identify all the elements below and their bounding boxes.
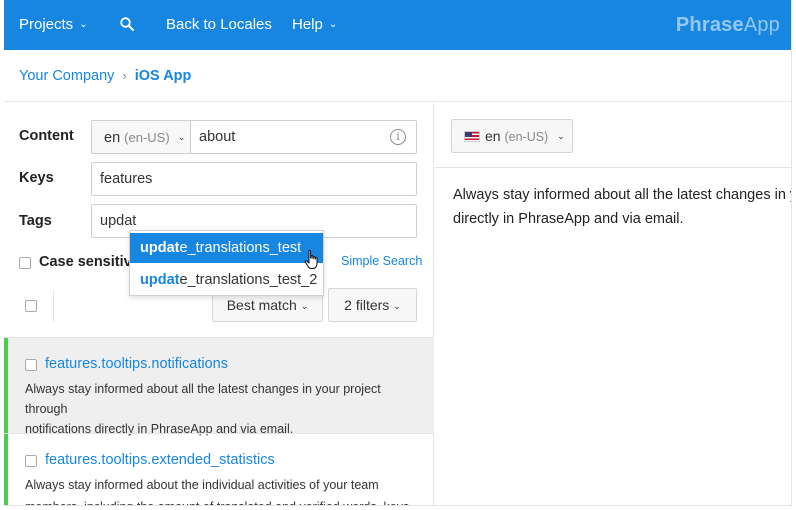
- translation-text-line: directly in PhraseApp and via email.: [453, 211, 684, 227]
- chevron-down-icon: ⌄: [177, 132, 186, 142]
- help-menu-label: Help: [292, 16, 323, 33]
- key-row[interactable]: features.tooltips.extended_statistics Al…: [4, 434, 434, 505]
- simple-search-link[interactable]: Simple Search: [341, 254, 422, 268]
- autocomplete-option[interactable]: update_translations_test: [130, 233, 323, 263]
- breadcrumb-separator: ›: [122, 68, 127, 83]
- content-search-input[interactable]: about i: [190, 120, 417, 154]
- editor-header: en (en-US) ⌄: [435, 103, 791, 168]
- tags-filter-value: updat: [100, 213, 137, 229]
- help-menu[interactable]: Help ⌄: [292, 0, 337, 50]
- editor-locale-select[interactable]: en (en-US) ⌄: [451, 119, 573, 153]
- case-sensitive-checkbox[interactable]: [19, 257, 31, 269]
- key-translation-line: members, including the amount of transla…: [25, 497, 425, 505]
- chevron-down-icon: ⌄: [328, 19, 338, 30]
- projects-menu[interactable]: Projects ⌄: [19, 0, 88, 50]
- brand-logo: PhraseApp: [675, 14, 780, 36]
- editor-locale-code: en: [485, 128, 501, 144]
- key-translation-preview: Always stay informed about the individua…: [25, 475, 425, 505]
- key-list-panel: Content en (en-US) ⌄ about i Keys featur…: [4, 103, 434, 505]
- select-all-checkbox[interactable]: [25, 300, 37, 312]
- filters-dropdown-label: 2 filters: [344, 297, 390, 313]
- key-name-link[interactable]: features.tooltips.notifications: [45, 356, 228, 372]
- chevron-down-icon: ⌄: [300, 301, 309, 311]
- translated-status-stripe: [4, 434, 8, 505]
- hand-pointer-icon: [304, 250, 318, 269]
- locale-code: en: [104, 130, 121, 146]
- key-translation-preview: Always stay informed about all the lates…: [25, 379, 425, 439]
- toolbar-divider: [53, 290, 54, 322]
- translated-status-stripe: [4, 338, 8, 433]
- key-translation-line: Always stay informed about all the lates…: [25, 382, 381, 416]
- breadcrumb: Your Company › iOS App: [4, 50, 791, 102]
- autocomplete-rest: e_translations_test: [179, 240, 302, 256]
- keys-filter-value: features: [100, 171, 153, 187]
- autocomplete-option[interactable]: update_translations_test_2: [130, 265, 323, 295]
- editor-locale-region: (en-US): [504, 130, 549, 144]
- chevron-down-icon: ⌄: [557, 131, 565, 141]
- translation-text-line: Always stay informed about all the lates…: [453, 187, 791, 203]
- chevron-down-icon: ⌄: [79, 19, 88, 30]
- key-checkbox[interactable]: [25, 455, 37, 467]
- us-flag-icon: [464, 131, 480, 142]
- top-navbar: Projects ⌄ Back to Locales Help ⌄ PhraseAp…: [4, 0, 791, 50]
- breadcrumb-company-link[interactable]: Your Company: [19, 68, 114, 84]
- tag-autocomplete-dropdown: update_translations_test update_translat…: [129, 230, 324, 296]
- autocomplete-match: updat: [140, 272, 180, 288]
- filters-dropdown[interactable]: 2 filters ⌄: [328, 288, 417, 322]
- sort-dropdown-label: Best match: [226, 297, 297, 313]
- translation-editor-panel: en (en-US) ⌄ Always stay informed about …: [435, 103, 791, 505]
- key-name-link[interactable]: features.tooltips.extended_statistics: [45, 452, 275, 468]
- breadcrumb-project-link[interactable]: iOS App: [135, 68, 192, 84]
- app-window: Projects ⌄ Back to Locales Help ⌄ PhraseAp…: [4, 0, 792, 506]
- key-row[interactable]: features.tooltips.notifications Always s…: [4, 338, 434, 436]
- content-label: Content: [19, 128, 74, 144]
- autocomplete-rest: e_translations_test_2: [179, 272, 318, 288]
- keys-filter-input[interactable]: features: [91, 162, 417, 196]
- translation-text[interactable]: Always stay informed about all the lates…: [453, 183, 791, 231]
- chevron-down-icon: ⌄: [393, 301, 401, 311]
- case-sensitive-label: Case sensitive: [39, 254, 140, 270]
- keys-label: Keys: [19, 170, 54, 186]
- content-locale-select[interactable]: en (en-US) ⌄: [91, 120, 191, 154]
- key-translation-line: Always stay informed about the individua…: [25, 478, 379, 492]
- autocomplete-match: updat: [140, 240, 180, 256]
- info-icon[interactable]: i: [390, 129, 406, 145]
- back-to-locales-link[interactable]: Back to Locales: [166, 0, 272, 50]
- locale-region: (en-US): [124, 130, 170, 145]
- tags-label: Tags: [19, 213, 52, 229]
- projects-menu-label: Projects: [19, 16, 74, 33]
- key-checkbox[interactable]: [25, 359, 37, 371]
- content-search-value: about: [199, 129, 236, 145]
- search-icon[interactable]: [120, 17, 134, 31]
